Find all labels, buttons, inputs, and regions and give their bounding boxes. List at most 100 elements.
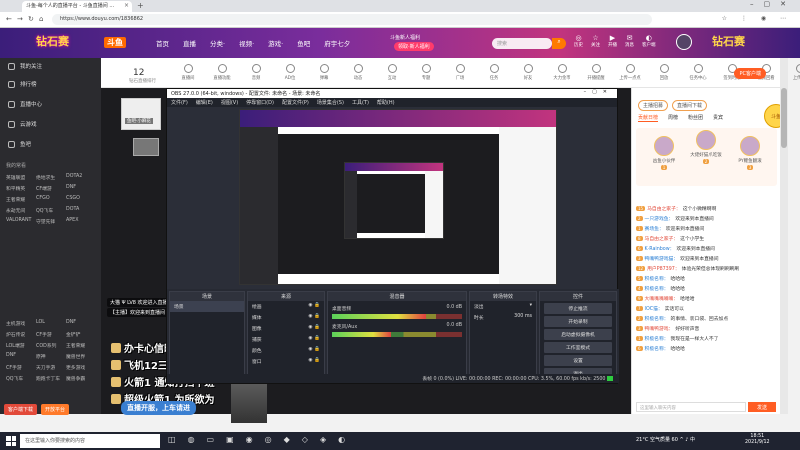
browser-tab[interactable]: 斗鱼-每个人的直播平台 - 斗鱼直播间 ... × xyxy=(22,1,132,12)
sidebar-game-link[interactable]: CF手游 xyxy=(36,331,66,338)
sidebar-game-link[interactable]: DNF xyxy=(66,185,96,192)
room-tool-button[interactable]: AD位 xyxy=(273,64,307,81)
room-tool-button[interactable]: 直播间 xyxy=(171,64,205,81)
tab-daily-rank[interactable]: 贡献日榜 xyxy=(638,114,659,122)
rank-user[interactable]: PY鲤鱼翻滚 3 xyxy=(732,136,768,170)
sidebar-game-link[interactable]: 魔兽世界 xyxy=(66,353,96,360)
source-item[interactable]: 捕获 ◉ 🔒 xyxy=(248,334,324,345)
obs-menu-item[interactable]: 配置文件(P) xyxy=(282,99,309,106)
source-item[interactable]: 窗口 ◉ 🔒 xyxy=(248,356,324,367)
close-icon[interactable]: × xyxy=(124,2,129,9)
promo-banner[interactable]: 斗鱼新人福利 领取·新人福利 xyxy=(390,32,470,54)
rank-user[interactable]: 大佬好猫爪吃饭 2 xyxy=(688,130,724,164)
home-icon[interactable]: ⌂ xyxy=(39,15,43,23)
sidebar-game-link[interactable]: 王者荣耀 xyxy=(6,196,36,203)
douyu-logo[interactable]: 斗鱼 xyxy=(104,37,126,48)
sidebar-item-fishbar[interactable]: 鱼吧 xyxy=(8,140,31,148)
sidebar-game-link[interactable]: CSGO xyxy=(66,196,96,203)
sidebar-game-link[interactable]: LOL xyxy=(36,320,66,327)
room-tool-button[interactable]: 大力金币 xyxy=(545,64,579,81)
sidebar-game-link[interactable]: 和平精英 xyxy=(6,185,36,192)
room-tool-button[interactable]: 任务中心 xyxy=(681,64,715,81)
mixer-track[interactable]: 桌面音频 0.0 dB xyxy=(332,305,462,319)
event-logo[interactable]: 钻石赛 xyxy=(36,33,69,49)
obs-window-controls[interactable]: –▢✕ xyxy=(584,89,613,95)
room-download-button[interactable]: 直播间下载 xyxy=(672,100,708,111)
sidebar-item-rank[interactable]: 排行榜 xyxy=(8,80,37,88)
room-tool-button[interactable]: 上传一点点 xyxy=(613,64,647,81)
chat-input[interactable]: 这里输入聊天内容 xyxy=(636,402,746,412)
app-icon[interactable]: ◆ xyxy=(284,435,290,444)
obs-window[interactable]: OBS 27.0.0 (64-bit, windows) - 配置文件: 未命名… xyxy=(166,88,619,384)
sidebar-game-link[interactable]: 魔兽争霸 xyxy=(66,375,96,382)
nav-category[interactable]: 分类· xyxy=(210,38,225,48)
room-tool-button[interactable]: 回放 xyxy=(647,64,681,81)
sidebar-game-link[interactable]: 主机游戏 xyxy=(6,320,36,327)
edge-icon[interactable]: ◍ xyxy=(188,435,195,444)
sidebar-game-link[interactable]: 金铲铲 xyxy=(66,331,96,338)
mixer-track[interactable]: 麦克风/Aux 0.0 dB xyxy=(332,323,462,337)
sidebar-game-link[interactable]: CF手游 xyxy=(6,364,36,371)
recruit-button[interactable]: 主播招募 xyxy=(638,100,669,111)
obs-preview[interactable] xyxy=(239,109,557,285)
obs-menu-item[interactable]: 视图(V) xyxy=(221,99,238,106)
duration-field[interactable]: 时长 300 ms xyxy=(470,312,536,323)
room-tool-button[interactable]: 广场 xyxy=(443,64,477,81)
go-live-button[interactable]: ▶ 开播 xyxy=(608,34,617,48)
sidebar-game-link[interactable]: CFGO xyxy=(36,196,66,203)
sidebar-game-link[interactable]: 原神 xyxy=(36,353,66,360)
sidebar-item-live-center[interactable]: 直播中心 xyxy=(8,100,42,108)
obs-menu-item[interactable]: 帮助(H) xyxy=(377,99,395,106)
sidebar-game-link[interactable]: LOL端游 xyxy=(6,342,36,349)
room-tool-button[interactable]: 好友 xyxy=(511,64,545,81)
pc-client-button[interactable]: PC客户端 xyxy=(734,68,766,79)
sidebar-game-link[interactable]: 永劫无间 xyxy=(6,207,36,214)
source-item[interactable]: 绘画 ◉ 🔒 xyxy=(248,301,324,312)
room-tool-button[interactable]: 互动 xyxy=(375,64,409,81)
nav-event[interactable]: 府宇七夕 xyxy=(324,38,350,48)
sidebar-game-link[interactable]: DOTA2 xyxy=(66,174,96,181)
obs-menu-item[interactable]: 工具(T) xyxy=(352,99,369,106)
folder-icon[interactable]: ▭ xyxy=(207,435,215,444)
obs-menu-item[interactable]: 文件(F) xyxy=(171,99,188,106)
room-tool-button[interactable]: 开播提醒 xyxy=(579,64,613,81)
start-icon[interactable] xyxy=(6,436,16,446)
scroll-thumb[interactable] xyxy=(781,88,787,148)
nav-game[interactable]: 游戏· xyxy=(268,38,283,48)
room-tool-button[interactable]: 任务 xyxy=(477,64,511,81)
rank-user[interactable]: 凶鱼小伙伴 1 xyxy=(646,136,682,170)
nav-fishbar[interactable]: 鱼吧 xyxy=(297,38,310,48)
obs-icon[interactable]: ◎ xyxy=(265,435,272,444)
obs-menu-item[interactable]: 场景集合(S) xyxy=(317,99,344,106)
sidebar-game-link[interactable]: 炉石传说 xyxy=(6,331,36,338)
history-button[interactable]: ◎ 历史 xyxy=(574,34,583,48)
back-icon[interactable]: ← xyxy=(6,15,12,23)
obs-titlebar[interactable]: OBS 27.0.0 (64-bit, windows) - 配置文件: 未命名… xyxy=(167,89,617,98)
room-tool-button[interactable]: 动态 xyxy=(341,64,375,81)
obs-control-button[interactable]: 启动虚拟摄像机 xyxy=(544,329,612,340)
avatar[interactable] xyxy=(676,34,692,50)
sidebar-game-link[interactable]: APEX xyxy=(66,218,96,225)
source-item[interactable]: 图像 ◉ 🔒 xyxy=(248,323,324,334)
sidebar-game-link[interactable]: 王者荣耀 xyxy=(66,342,96,349)
tab-weekly-rank[interactable]: 周榜 xyxy=(668,114,678,122)
open-platform-button[interactable]: 开放平台 xyxy=(41,404,70,415)
source-item[interactable]: 媒体 ◉ 🔒 xyxy=(248,312,324,323)
promo-button[interactable]: 领取·新人福利 xyxy=(394,42,434,51)
obs-menu-item[interactable]: 编辑(E) xyxy=(196,99,213,106)
sidebar-game-link[interactable]: CF端游 xyxy=(36,185,66,192)
obs-control-button[interactable]: 设置 xyxy=(544,355,612,366)
clock[interactable]: 18:51 2021/9/12 xyxy=(745,434,770,446)
app-icon[interactable]: ◈ xyxy=(320,435,326,444)
obs-control-button[interactable]: 停止推流 xyxy=(544,303,612,314)
reload-icon[interactable]: ↻ xyxy=(28,15,34,23)
obs-control-button[interactable]: 工作室模式 xyxy=(544,342,612,353)
room-tool-button[interactable]: 音频 xyxy=(239,64,273,81)
event-logo-right[interactable]: 钻石赛 xyxy=(712,33,745,49)
chrome-icon[interactable]: ◉ xyxy=(246,435,253,444)
search-input[interactable]: 搜索 xyxy=(492,38,552,49)
sidebar-game-link[interactable]: 天刀手游 xyxy=(36,364,66,371)
client-download-button[interactable]: 客户端下载 xyxy=(4,404,38,415)
client-button[interactable]: ◐ 客户端 xyxy=(642,34,656,48)
app-icon[interactable]: ◇ xyxy=(302,435,308,444)
